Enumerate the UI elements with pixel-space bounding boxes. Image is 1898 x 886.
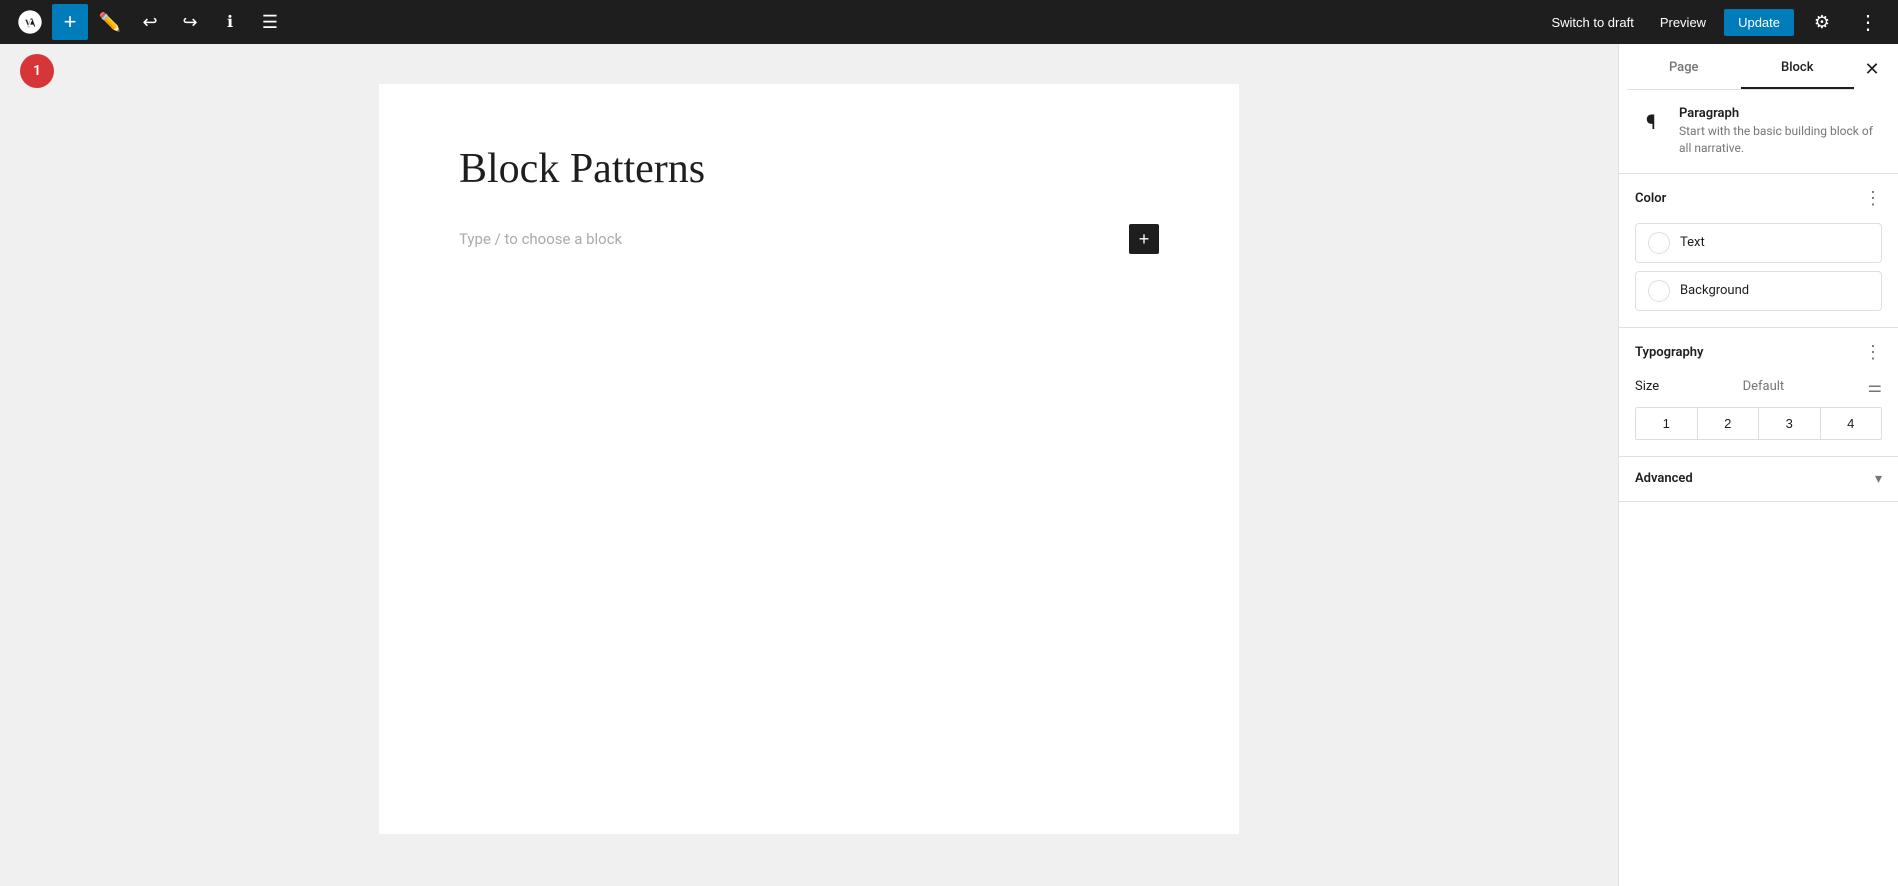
color-more-button[interactable]: ⋮ <box>1864 188 1882 209</box>
size-3-button[interactable]: 3 <box>1759 408 1821 439</box>
background-color-option[interactable]: Background <box>1635 271 1882 311</box>
block-name: Paragraph <box>1679 106 1882 121</box>
size-value: Default <box>1743 379 1785 394</box>
advanced-section-header[interactable]: Advanced ▾ <box>1619 457 1898 501</box>
settings-button[interactable]: ⚙ <box>1804 4 1840 40</box>
typography-section: Typography ⋮ Size Default ⚌ 1 2 3 4 <box>1619 328 1898 457</box>
sidebar: Page Block ✕ ¶ Paragraph Start with the … <box>1618 44 1898 886</box>
info-button[interactable]: ℹ <box>212 4 248 40</box>
redo-icon: ↪ <box>182 12 197 33</box>
more-options-button[interactable]: ⋮ <box>1850 4 1886 40</box>
text-color-label: Text <box>1680 235 1705 250</box>
pencil-icon: ✏️ <box>99 12 121 33</box>
toolbar-right: Switch to draft Preview Update ⚙ ⋮ <box>1543 4 1886 40</box>
list-view-button[interactable]: ☰ <box>252 4 288 40</box>
text-color-option[interactable]: Text <box>1635 223 1882 263</box>
size-2-button[interactable]: 2 <box>1698 408 1760 439</box>
paragraph-icon: ¶ <box>1635 106 1667 138</box>
wp-logo[interactable] <box>12 4 48 40</box>
chevron-down-icon: ▾ <box>1875 471 1882 487</box>
page-content: Block Patterns Type / to choose a block … <box>379 84 1239 834</box>
sidebar-tabs: Page Block <box>1627 48 1854 90</box>
block-meta: Paragraph Start with the basic building … <box>1679 106 1882 157</box>
redo-button[interactable]: ↪ <box>172 4 208 40</box>
preview-button[interactable]: Preview <box>1652 11 1714 34</box>
info-icon: ℹ <box>227 12 233 32</box>
advanced-section: Advanced ▾ <box>1619 457 1898 502</box>
sliders-icon: ⚌ <box>1868 379 1882 396</box>
background-color-label: Background <box>1680 283 1749 298</box>
block-input-area: Type / to choose a block + <box>459 224 1159 254</box>
undo-button[interactable]: ↩ <box>132 4 168 40</box>
typography-more-icon: ⋮ <box>1864 342 1882 363</box>
notification-badge[interactable]: 1 <box>20 54 54 88</box>
typography-section-title: Typography <box>1635 345 1704 360</box>
background-color-circle <box>1648 280 1670 302</box>
size-1-button[interactable]: 1 <box>1636 408 1698 439</box>
size-row: Size Default ⚌ <box>1635 377 1882 397</box>
update-button[interactable]: Update <box>1724 9 1794 36</box>
size-control-button[interactable]: ⚌ <box>1868 377 1882 397</box>
size-4-button[interactable]: 4 <box>1821 408 1882 439</box>
block-description: Start with the basic building block of a… <box>1679 123 1882 157</box>
color-section: Color ⋮ Text Background <box>1619 174 1898 328</box>
switch-to-draft-button[interactable]: Switch to draft <box>1543 11 1641 34</box>
inline-add-block-button[interactable]: + <box>1129 224 1159 254</box>
list-icon: ☰ <box>262 12 278 33</box>
color-section-title: Color <box>1635 191 1666 206</box>
toolbar: + ✏️ ↩ ↪ ℹ ☰ Switch to draft Preview Upd… <box>0 0 1898 44</box>
gear-icon: ⚙ <box>1814 12 1830 33</box>
plus-icon: + <box>64 9 77 35</box>
typography-content: Size Default ⚌ 1 2 3 4 <box>1619 377 1898 456</box>
edit-button[interactable]: ✏️ <box>92 4 128 40</box>
undo-icon: ↩ <box>142 12 157 33</box>
more-icon: ⋮ <box>1864 188 1882 209</box>
block-placeholder[interactable]: Type / to choose a block <box>459 228 1119 251</box>
tab-block[interactable]: Block <box>1741 48 1855 89</box>
toolbar-left: + ✏️ ↩ ↪ ℹ ☰ <box>12 4 288 40</box>
typography-more-button[interactable]: ⋮ <box>1864 342 1882 363</box>
close-icon: ✕ <box>1864 59 1879 80</box>
color-section-header[interactable]: Color ⋮ <box>1619 174 1898 223</box>
typography-section-header[interactable]: Typography ⋮ <box>1619 328 1898 377</box>
page-title: Block Patterns <box>459 144 1159 194</box>
text-color-circle <box>1648 232 1670 254</box>
size-buttons: 1 2 3 4 <box>1635 407 1882 440</box>
size-label: Size <box>1635 379 1659 394</box>
block-info: ¶ Paragraph Start with the basic buildin… <box>1619 90 1898 174</box>
tab-page[interactable]: Page <box>1627 48 1741 89</box>
ellipsis-icon: ⋮ <box>1858 10 1878 35</box>
sidebar-tabs-row: Page Block ✕ <box>1619 44 1898 90</box>
inline-plus-icon: + <box>1139 229 1150 250</box>
add-block-button[interactable]: + <box>52 4 88 40</box>
editor-area: 1 Block Patterns Type / to choose a bloc… <box>0 44 1618 886</box>
color-options: Text Background <box>1619 223 1898 327</box>
advanced-section-title: Advanced <box>1635 471 1693 486</box>
main-area: 1 Block Patterns Type / to choose a bloc… <box>0 44 1898 886</box>
sidebar-close-button[interactable]: ✕ <box>1854 51 1890 87</box>
